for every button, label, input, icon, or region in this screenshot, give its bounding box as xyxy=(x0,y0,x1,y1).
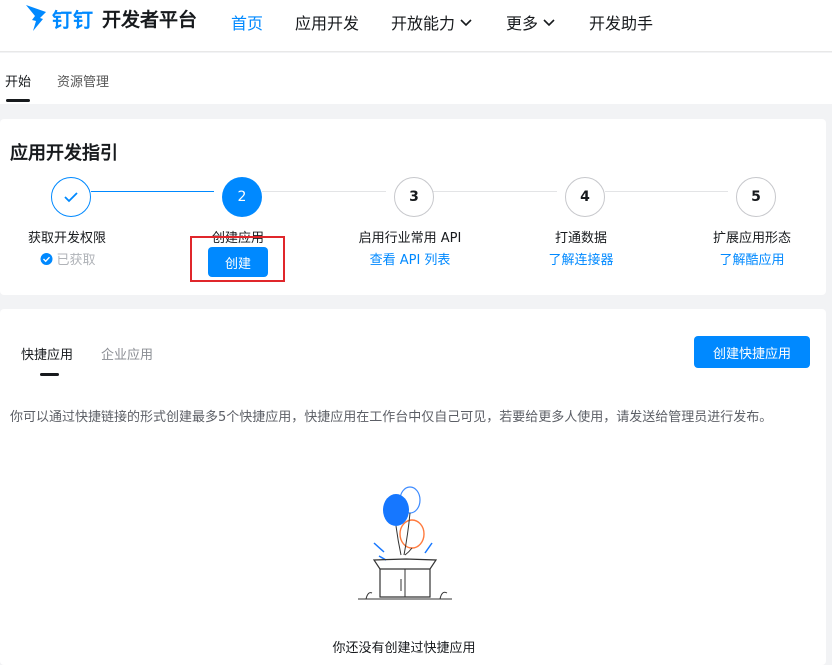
logo-text: 钉钉 xyxy=(52,7,94,32)
tab-enterprise-apps[interactable]: 企业应用 xyxy=(101,344,153,363)
learn-connector-link[interactable]: 了解连接器 xyxy=(548,249,613,268)
step-5-circle: 5 xyxy=(736,177,776,217)
empty-state-text: 你还没有创建过快捷应用 xyxy=(332,641,476,656)
check-icon xyxy=(64,192,78,203)
step-2-number: 2 xyxy=(237,189,247,205)
step-3-label: 启用行业常用 API xyxy=(358,231,462,246)
step-4-label: 打通数据 xyxy=(554,231,608,246)
step-1-status-text: 已获取 xyxy=(56,253,96,268)
nav-app-dev[interactable]: 应用开发 xyxy=(295,0,359,44)
step-2-circle: 2 xyxy=(222,177,262,217)
step-3-circle: 3 xyxy=(394,177,434,217)
step-5-label: 扩展应用形态 xyxy=(712,231,792,246)
logo-subtitle: 开发者平台 xyxy=(102,8,198,31)
active-tab-indicator xyxy=(40,373,59,376)
highlight-annotation-box xyxy=(190,236,285,282)
tab-quick-apps[interactable]: 快捷应用 xyxy=(21,344,73,363)
tab-start[interactable]: 开始 xyxy=(5,71,31,90)
active-tab-indicator xyxy=(6,99,30,102)
nav-home-label: 首页 xyxy=(231,14,264,33)
logo[interactable]: 钉钉 开发者平台 xyxy=(24,2,197,34)
step-4-circle: 4 xyxy=(565,177,605,217)
step-connector-done xyxy=(91,191,214,192)
nav-dev-assistant-label: 开发助手 xyxy=(589,14,654,33)
guide-title: 应用开发指引 xyxy=(10,143,118,164)
view-api-list-link[interactable]: 查看 API 列表 xyxy=(370,249,451,268)
sub-navbar: 开始 资源管理 xyxy=(0,53,832,104)
empty-box-balloons-icon xyxy=(358,486,452,600)
nav-open-capabilities-label: 开放能力 xyxy=(391,14,456,33)
dev-guide-card: 应用开发指引 获取开发权限 已获取 2 创建应用 创建 3 启用行业常用 API… xyxy=(0,119,826,295)
quick-apps-card: 快捷应用 企业应用 创建快捷应用 你可以通过快捷链接的形式创建最多5个快捷应用，… xyxy=(0,309,826,665)
step-5-number: 5 xyxy=(751,189,761,205)
quick-apps-description: 你可以通过快捷链接的形式创建最多5个快捷应用，快捷应用在工作台中仅自己可见，若要… xyxy=(10,410,773,425)
step-3-number: 3 xyxy=(409,189,419,205)
nav-home[interactable]: 首页 xyxy=(231,0,263,44)
nav-dev-assistant[interactable]: 开发助手 xyxy=(589,0,653,44)
nav-open-capabilities[interactable]: 开放能力 xyxy=(391,0,473,44)
check-circle-icon xyxy=(40,252,53,265)
nav-more-label: 更多 xyxy=(506,14,539,33)
create-quick-app-button[interactable]: 创建快捷应用 xyxy=(694,336,810,368)
chevron-down-icon xyxy=(460,19,472,27)
nav-app-dev-label: 应用开发 xyxy=(295,14,360,33)
step-connector xyxy=(605,191,728,192)
step-1-status: 已获取 xyxy=(40,249,96,268)
step-1-label: 获取开发权限 xyxy=(27,231,107,246)
top-navbar: 钉钉 开发者平台 首页 应用开发 开放能力 更多 开发助手 xyxy=(0,0,832,52)
learn-cool-app-link[interactable]: 了解酷应用 xyxy=(719,249,784,268)
step-connector xyxy=(433,191,557,192)
step-4-number: 4 xyxy=(580,189,590,205)
dingtalk-logo-icon xyxy=(26,5,46,31)
tab-resource-management[interactable]: 资源管理 xyxy=(57,71,109,90)
step-connector xyxy=(262,191,386,192)
chevron-down-icon xyxy=(543,19,555,27)
step-1-circle xyxy=(51,177,91,217)
nav-more[interactable]: 更多 xyxy=(506,0,556,44)
